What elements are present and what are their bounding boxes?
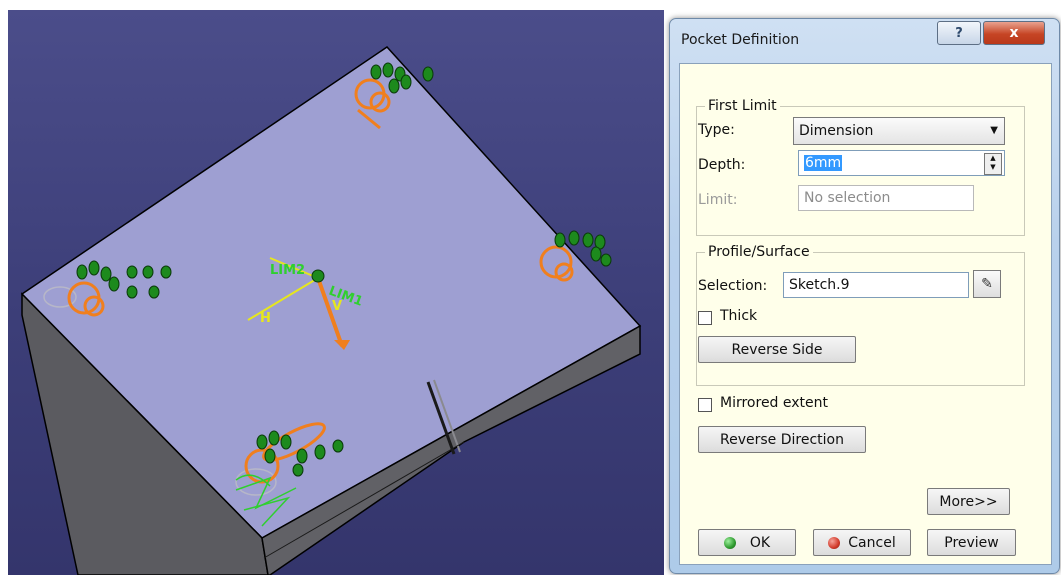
selection-field[interactable]: Sketch.9 — [783, 272, 969, 298]
dialog-body: First Limit Type: Dimension ▼ Depth: 6mm… — [679, 63, 1052, 565]
limit-label: Limit: — [698, 192, 738, 208]
ok-icon — [723, 536, 736, 549]
ok-label: OK — [749, 534, 771, 551]
limit-field[interactable]: No selection — [798, 185, 974, 211]
depth-input[interactable]: 6mm ▲ ▼ — [798, 150, 1005, 176]
first-limit-legend: First Limit — [708, 98, 777, 114]
depth-label: Depth: — [698, 157, 746, 173]
reverse-side-button[interactable]: Reverse Side — [698, 336, 856, 363]
chevron-down-icon: ▼ — [990, 125, 998, 136]
preview-button[interactable]: Preview — [927, 529, 1016, 556]
dialog-title: Pocket Definition — [681, 32, 800, 48]
reverse-direction-button[interactable]: Reverse Direction — [698, 426, 866, 453]
viewport-label-h: H — [260, 311, 271, 326]
mirrored-extent-label: Mirrored extent — [720, 395, 829, 411]
pocket-definition-dialog: Pocket Definition ? x First Limit Type: … — [669, 18, 1060, 574]
3d-viewport[interactable]: LIM2 LIM1 H V — [8, 10, 664, 575]
thick-label: Thick — [720, 308, 758, 324]
type-select[interactable]: Dimension ▼ — [793, 117, 1005, 145]
viewport-label-lim2: LIM2 — [270, 263, 305, 278]
sketch-edit-icon[interactable]: ✎ — [973, 270, 1001, 298]
type-label: Type: — [698, 122, 735, 138]
cancel-button[interactable]: Cancel — [813, 529, 911, 556]
cancel-icon — [828, 536, 841, 549]
selection-label: Selection: — [698, 278, 768, 294]
mirrored-extent-checkbox[interactable] — [698, 398, 712, 412]
more-button[interactable]: More>> — [927, 488, 1010, 515]
thick-checkbox[interactable] — [698, 311, 712, 325]
depth-value: 6mm — [804, 155, 843, 171]
cancel-label: Cancel — [848, 534, 896, 551]
type-select-value: Dimension — [799, 123, 874, 139]
help-button[interactable]: ? — [937, 21, 981, 45]
viewport-label-v: V — [332, 299, 342, 314]
close-button[interactable]: x — [983, 21, 1045, 45]
profile-surface-legend: Profile/Surface — [708, 244, 810, 260]
ok-button[interactable]: OK — [698, 529, 796, 556]
viewport-canvas[interactable]: LIM2 LIM1 H V — [8, 10, 664, 575]
spinner-icon[interactable]: ▲ ▼ — [984, 153, 1002, 175]
